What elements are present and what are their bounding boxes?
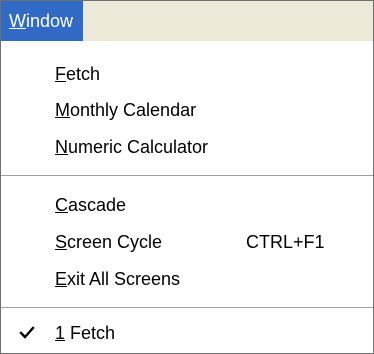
menu-item-shortcut: CTRL+F1: [246, 231, 325, 252]
menu-item-label: Exit All Screens: [55, 268, 181, 289]
menu-item-label: Screen Cycle: [55, 231, 163, 252]
menu-bar: Window: [1, 1, 373, 41]
menu-item-label: Cascade: [55, 194, 127, 215]
menu-item-cascade[interactable]: Cascade: [1, 187, 373, 223]
menu-item-fetch[interactable]: Fetch: [1, 56, 373, 92]
menu-item-label: 1 Fetch: [55, 322, 116, 343]
menu-window-accel: W: [9, 11, 26, 31]
menu-item-exit-all-screens[interactable]: Exit All Screens: [1, 261, 373, 297]
window-menu-screenshot: Window Fetch Monthly Calendar Numeric Ca…: [0, 0, 374, 354]
menu-item-label: Fetch: [55, 63, 101, 84]
menu-item-monthly-calendar[interactable]: Monthly Calendar: [1, 92, 373, 128]
checkmark-icon: [19, 326, 35, 339]
menu-item-screen-cycle[interactable]: Screen Cycle CTRL+F1: [1, 224, 373, 260]
menu-window[interactable]: Window: [1, 1, 84, 41]
menu-item-label: Monthly Calendar: [55, 99, 197, 120]
menu-item-label: Numeric Calculator: [55, 136, 209, 157]
menu-separator: [1, 307, 373, 309]
menu-item-numeric-calculator[interactable]: Numeric Calculator: [1, 129, 373, 165]
menu-window-label: indow: [26, 11, 74, 31]
menu-separator: [1, 175, 373, 177]
window-menu-dropdown: Fetch Monthly Calendar Numeric Calculato…: [1, 41, 373, 353]
menu-item-1-fetch[interactable]: 1 Fetch: [1, 315, 373, 351]
